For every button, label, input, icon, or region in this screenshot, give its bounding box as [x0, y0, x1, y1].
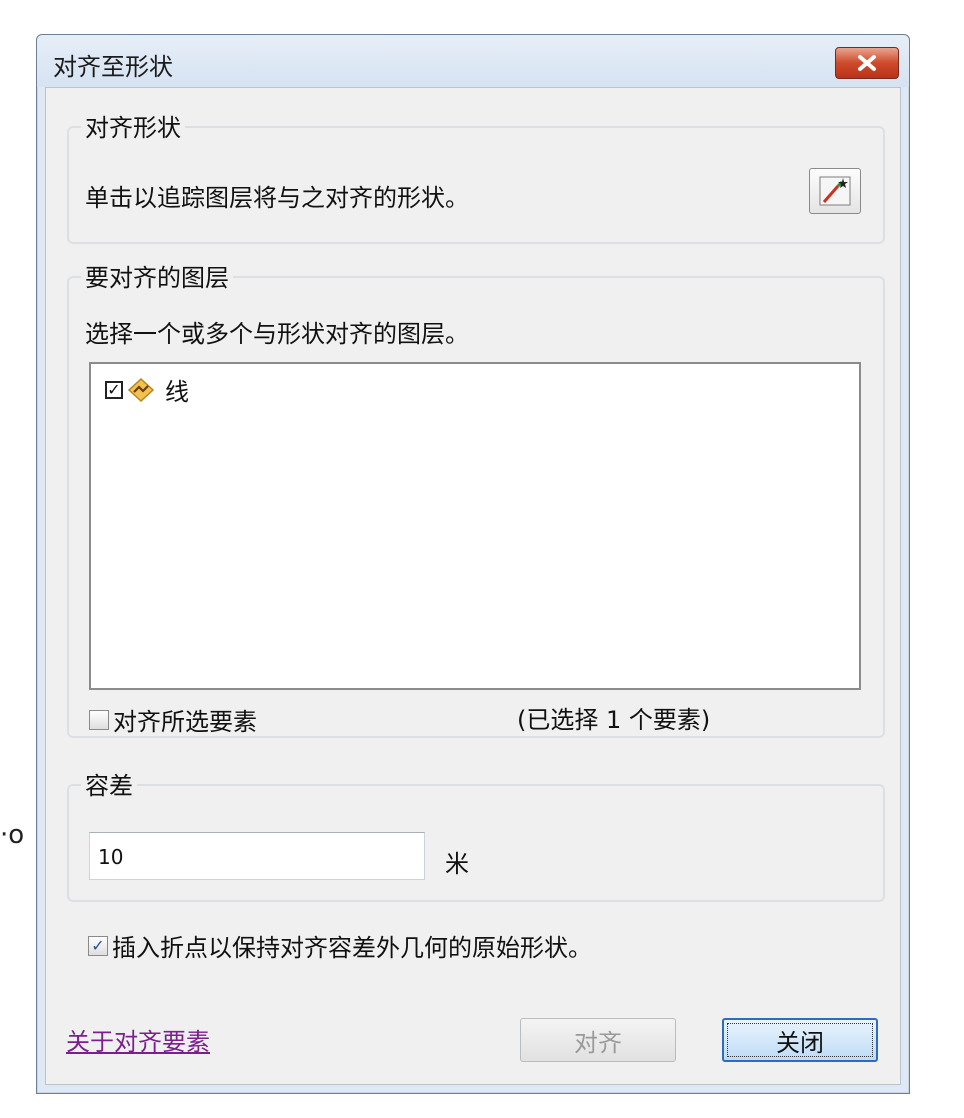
align-selected-label: 对齐所选要素 [113, 708, 257, 736]
layers-instruction: 选择一个或多个与形状对齐的图层。 [85, 320, 469, 348]
layer-checkbox[interactable]: ✓ [105, 380, 123, 399]
trace-tool-icon [819, 176, 851, 206]
list-item[interactable]: ✓ 线 [105, 372, 189, 407]
trace-instruction: 单击以追踪图层将与之对齐的形状。 [85, 184, 469, 212]
align-selected-checkbox[interactable] [89, 709, 109, 730]
trace-shape-button[interactable] [809, 168, 861, 214]
layers-to-align-group: 要对齐的图层 选择一个或多个与形状对齐的图层。 ✓ 线 对齐所选要素 (已选择 … [67, 258, 885, 738]
background-artifact-text: ·o [0, 820, 25, 850]
dialog-title: 对齐至形状 [53, 53, 173, 81]
tolerance-input[interactable]: 10 [89, 832, 425, 880]
align-shape-group-label: 对齐形状 [81, 108, 185, 143]
layer-list[interactable]: ✓ 线 [89, 362, 861, 690]
tolerance-unit: 米 [445, 850, 469, 878]
tolerance-group: 容差 10 米 [67, 766, 885, 902]
dialog-client-area: 对齐形状 单击以追踪图层将与之对齐的形状。 要对齐的图层 选择一个或多个与形状对… [45, 87, 901, 1085]
align-button[interactable]: 对齐 [520, 1018, 676, 1062]
close-button[interactable]: 关闭 [722, 1018, 878, 1062]
line-layer-icon [127, 377, 155, 402]
align-selected-option[interactable]: 对齐所选要素 [89, 702, 257, 737]
insert-vertices-label: 插入折点以保持对齐容差外几何的原始形状。 [112, 934, 592, 962]
insert-vertices-option[interactable]: ✓ 插入折点以保持对齐容差外几何的原始形状。 [88, 928, 592, 963]
align-button-label: 对齐 [574, 1028, 622, 1057]
close-window-button[interactable] [835, 47, 899, 79]
close-icon [858, 55, 876, 71]
about-align-features-link[interactable]: 关于对齐要素 [66, 1022, 210, 1057]
layers-group-label: 要对齐的图层 [81, 258, 233, 293]
align-to-shape-dialog: 对齐至形状 对齐形状 单击以追踪图层将与之对齐的形状。 要对齐的图层 选择一个或… [36, 34, 910, 1094]
selected-count-text: (已选择 1 个要素) [517, 706, 711, 734]
close-button-label: 关闭 [776, 1028, 824, 1057]
align-shape-group: 对齐形状 单击以追踪图层将与之对齐的形状。 [67, 108, 885, 244]
title-bar[interactable]: 对齐至形状 [37, 35, 909, 87]
layer-name: 线 [165, 378, 189, 406]
insert-vertices-checkbox[interactable]: ✓ [88, 935, 108, 956]
tolerance-group-label: 容差 [81, 766, 137, 801]
